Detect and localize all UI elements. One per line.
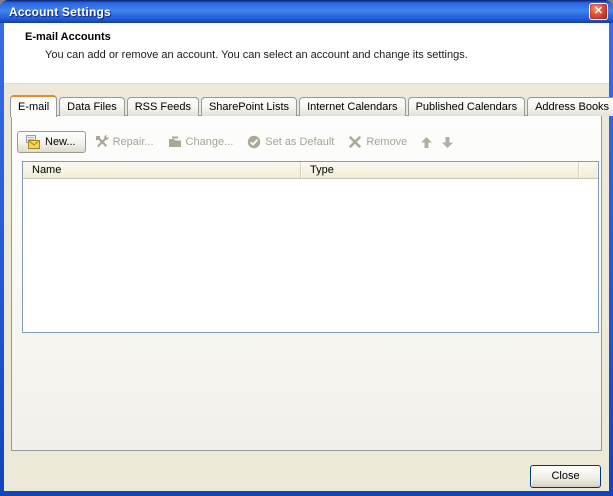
change-label: Change... <box>186 136 234 148</box>
column-header-type[interactable]: Type <box>301 162 579 178</box>
close-x-icon: ✕ <box>594 5 603 17</box>
new-mail-icon <box>24 135 40 149</box>
set-as-default-label: Set as Default <box>265 136 334 148</box>
tab-sharepoint-lists[interactable]: SharePoint Lists <box>201 97 297 116</box>
tab-strip: E-mail Data Files RSS Feeds SharePoint L… <box>10 94 603 116</box>
set-default-check-icon <box>247 135 261 149</box>
dialog-body: E-mail Accounts You can add or remove an… <box>4 23 609 491</box>
move-up-arrow-icon <box>421 137 432 148</box>
tab-published-calendars[interactable]: Published Calendars <box>408 97 526 116</box>
window-title: Account Settings <box>0 5 111 19</box>
page-subtitle: You can add or remove an account. You ca… <box>45 49 468 61</box>
new-account-button[interactable]: New... <box>17 131 86 153</box>
tab-data-files[interactable]: Data Files <box>59 97 125 116</box>
tab-internet-calendars[interactable]: Internet Calendars <box>299 97 406 116</box>
set-as-default-button[interactable]: Set as Default <box>247 135 334 149</box>
remove-button[interactable]: Remove <box>348 135 407 149</box>
accounts-toolbar: New... Repair... <box>17 130 596 154</box>
change-button[interactable]: Change... <box>168 135 234 149</box>
move-down-button[interactable] <box>442 137 453 148</box>
close-button[interactable]: Close <box>530 465 601 488</box>
accounts-list-body[interactable] <box>23 179 598 332</box>
move-down-arrow-icon <box>442 137 453 148</box>
accounts-list[interactable]: Name Type <box>22 161 599 333</box>
accounts-list-header: Name Type <box>23 162 598 179</box>
column-header-label: Type <box>310 164 334 176</box>
tab-label: Address Books <box>535 101 609 113</box>
repair-label: Repair... <box>113 136 154 148</box>
account-settings-dialog: Account Settings ✕ E-mail Accounts You c… <box>0 0 613 496</box>
repair-tools-icon <box>95 135 109 149</box>
remove-label: Remove <box>366 136 407 148</box>
tab-label: RSS Feeds <box>135 101 191 113</box>
header-band: E-mail Accounts You can add or remove an… <box>4 23 609 84</box>
move-up-button[interactable] <box>421 137 432 148</box>
remove-x-icon <box>348 135 362 149</box>
column-header-filler <box>579 162 598 178</box>
column-header-name[interactable]: Name <box>23 162 301 178</box>
change-folder-icon <box>168 135 182 149</box>
tab-label: Internet Calendars <box>307 101 398 113</box>
email-tab-panel: New... Repair... <box>11 115 602 451</box>
close-button-label: Close <box>551 470 579 482</box>
tab-email[interactable]: E-mail <box>10 95 57 117</box>
page-title: E-mail Accounts <box>25 31 111 43</box>
repair-button[interactable]: Repair... <box>95 135 154 149</box>
tab-label: SharePoint Lists <box>209 101 289 113</box>
new-account-label: New... <box>45 136 76 148</box>
column-header-label: Name <box>32 164 61 176</box>
tab-label: E-mail <box>18 101 49 113</box>
tab-label: Published Calendars <box>416 101 518 113</box>
tab-rss-feeds[interactable]: RSS Feeds <box>127 97 199 116</box>
window-close-button[interactable]: ✕ <box>589 3 608 20</box>
tab-address-books[interactable]: Address Books <box>527 97 613 116</box>
titlebar[interactable]: Account Settings ✕ <box>0 0 613 23</box>
tab-label: Data Files <box>67 101 117 113</box>
